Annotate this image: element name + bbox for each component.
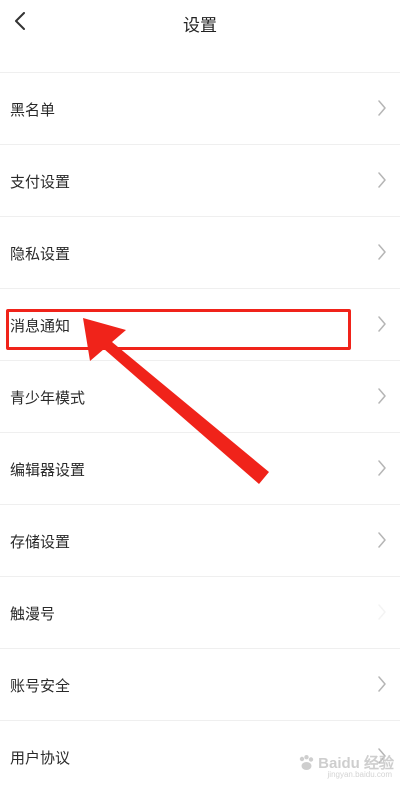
settings-item-label: 账号安全 — [10, 677, 71, 695]
settings-item-account-security[interactable]: 账号安全 — [0, 648, 400, 720]
settings-item-label: 青少年模式 — [10, 389, 86, 407]
settings-item-label: 支付设置 — [10, 173, 71, 191]
settings-item-label: 用户协议 — [10, 749, 71, 767]
watermark-url: jingyan.baidu.com — [327, 770, 392, 779]
chevron-right-icon — [377, 604, 387, 620]
settings-item-storage[interactable]: 存储设置 — [0, 504, 400, 576]
settings-item-label: 隐私设置 — [10, 245, 71, 263]
chevron-right-icon — [377, 172, 387, 188]
settings-item-chuman-id[interactable]: 触漫号 — [0, 576, 400, 648]
settings-item-editor[interactable]: 编辑器设置 — [0, 432, 400, 504]
settings-item-label: 触漫号 — [10, 605, 56, 623]
chevron-right-icon — [377, 316, 387, 332]
chevron-right-icon — [377, 676, 387, 692]
settings-item-teen-mode[interactable]: 青少年模式 — [0, 360, 400, 432]
settings-item-privacy[interactable]: 隐私设置 — [0, 216, 400, 288]
chevron-right-icon — [377, 388, 387, 404]
settings-item-payment[interactable]: 支付设置 — [0, 144, 400, 216]
baidu-jingyan-watermark: Baidu 经验 jingyan.baidu.com — [297, 752, 394, 779]
highlight-box — [6, 309, 351, 350]
settings-item-blacklist[interactable]: 黑名单 — [0, 72, 400, 144]
chevron-right-icon — [377, 100, 387, 116]
baidu-paw-icon — [299, 754, 314, 770]
settings-item-label: 编辑器设置 — [10, 461, 86, 479]
settings-item-label: 存储设置 — [10, 533, 71, 551]
chevron-right-icon — [377, 244, 387, 260]
settings-item-label: 黑名单 — [10, 101, 56, 119]
page-title: 设置 — [183, 16, 217, 36]
settings-list: 黑名单 支付设置 隐私设置 消息通知 青少年模式 编辑器设置 存储设置 触漫号 … — [0, 72, 400, 792]
header-bar: 设置 — [0, 0, 400, 44]
chevron-right-icon — [377, 460, 387, 476]
chevron-right-icon — [377, 532, 387, 548]
